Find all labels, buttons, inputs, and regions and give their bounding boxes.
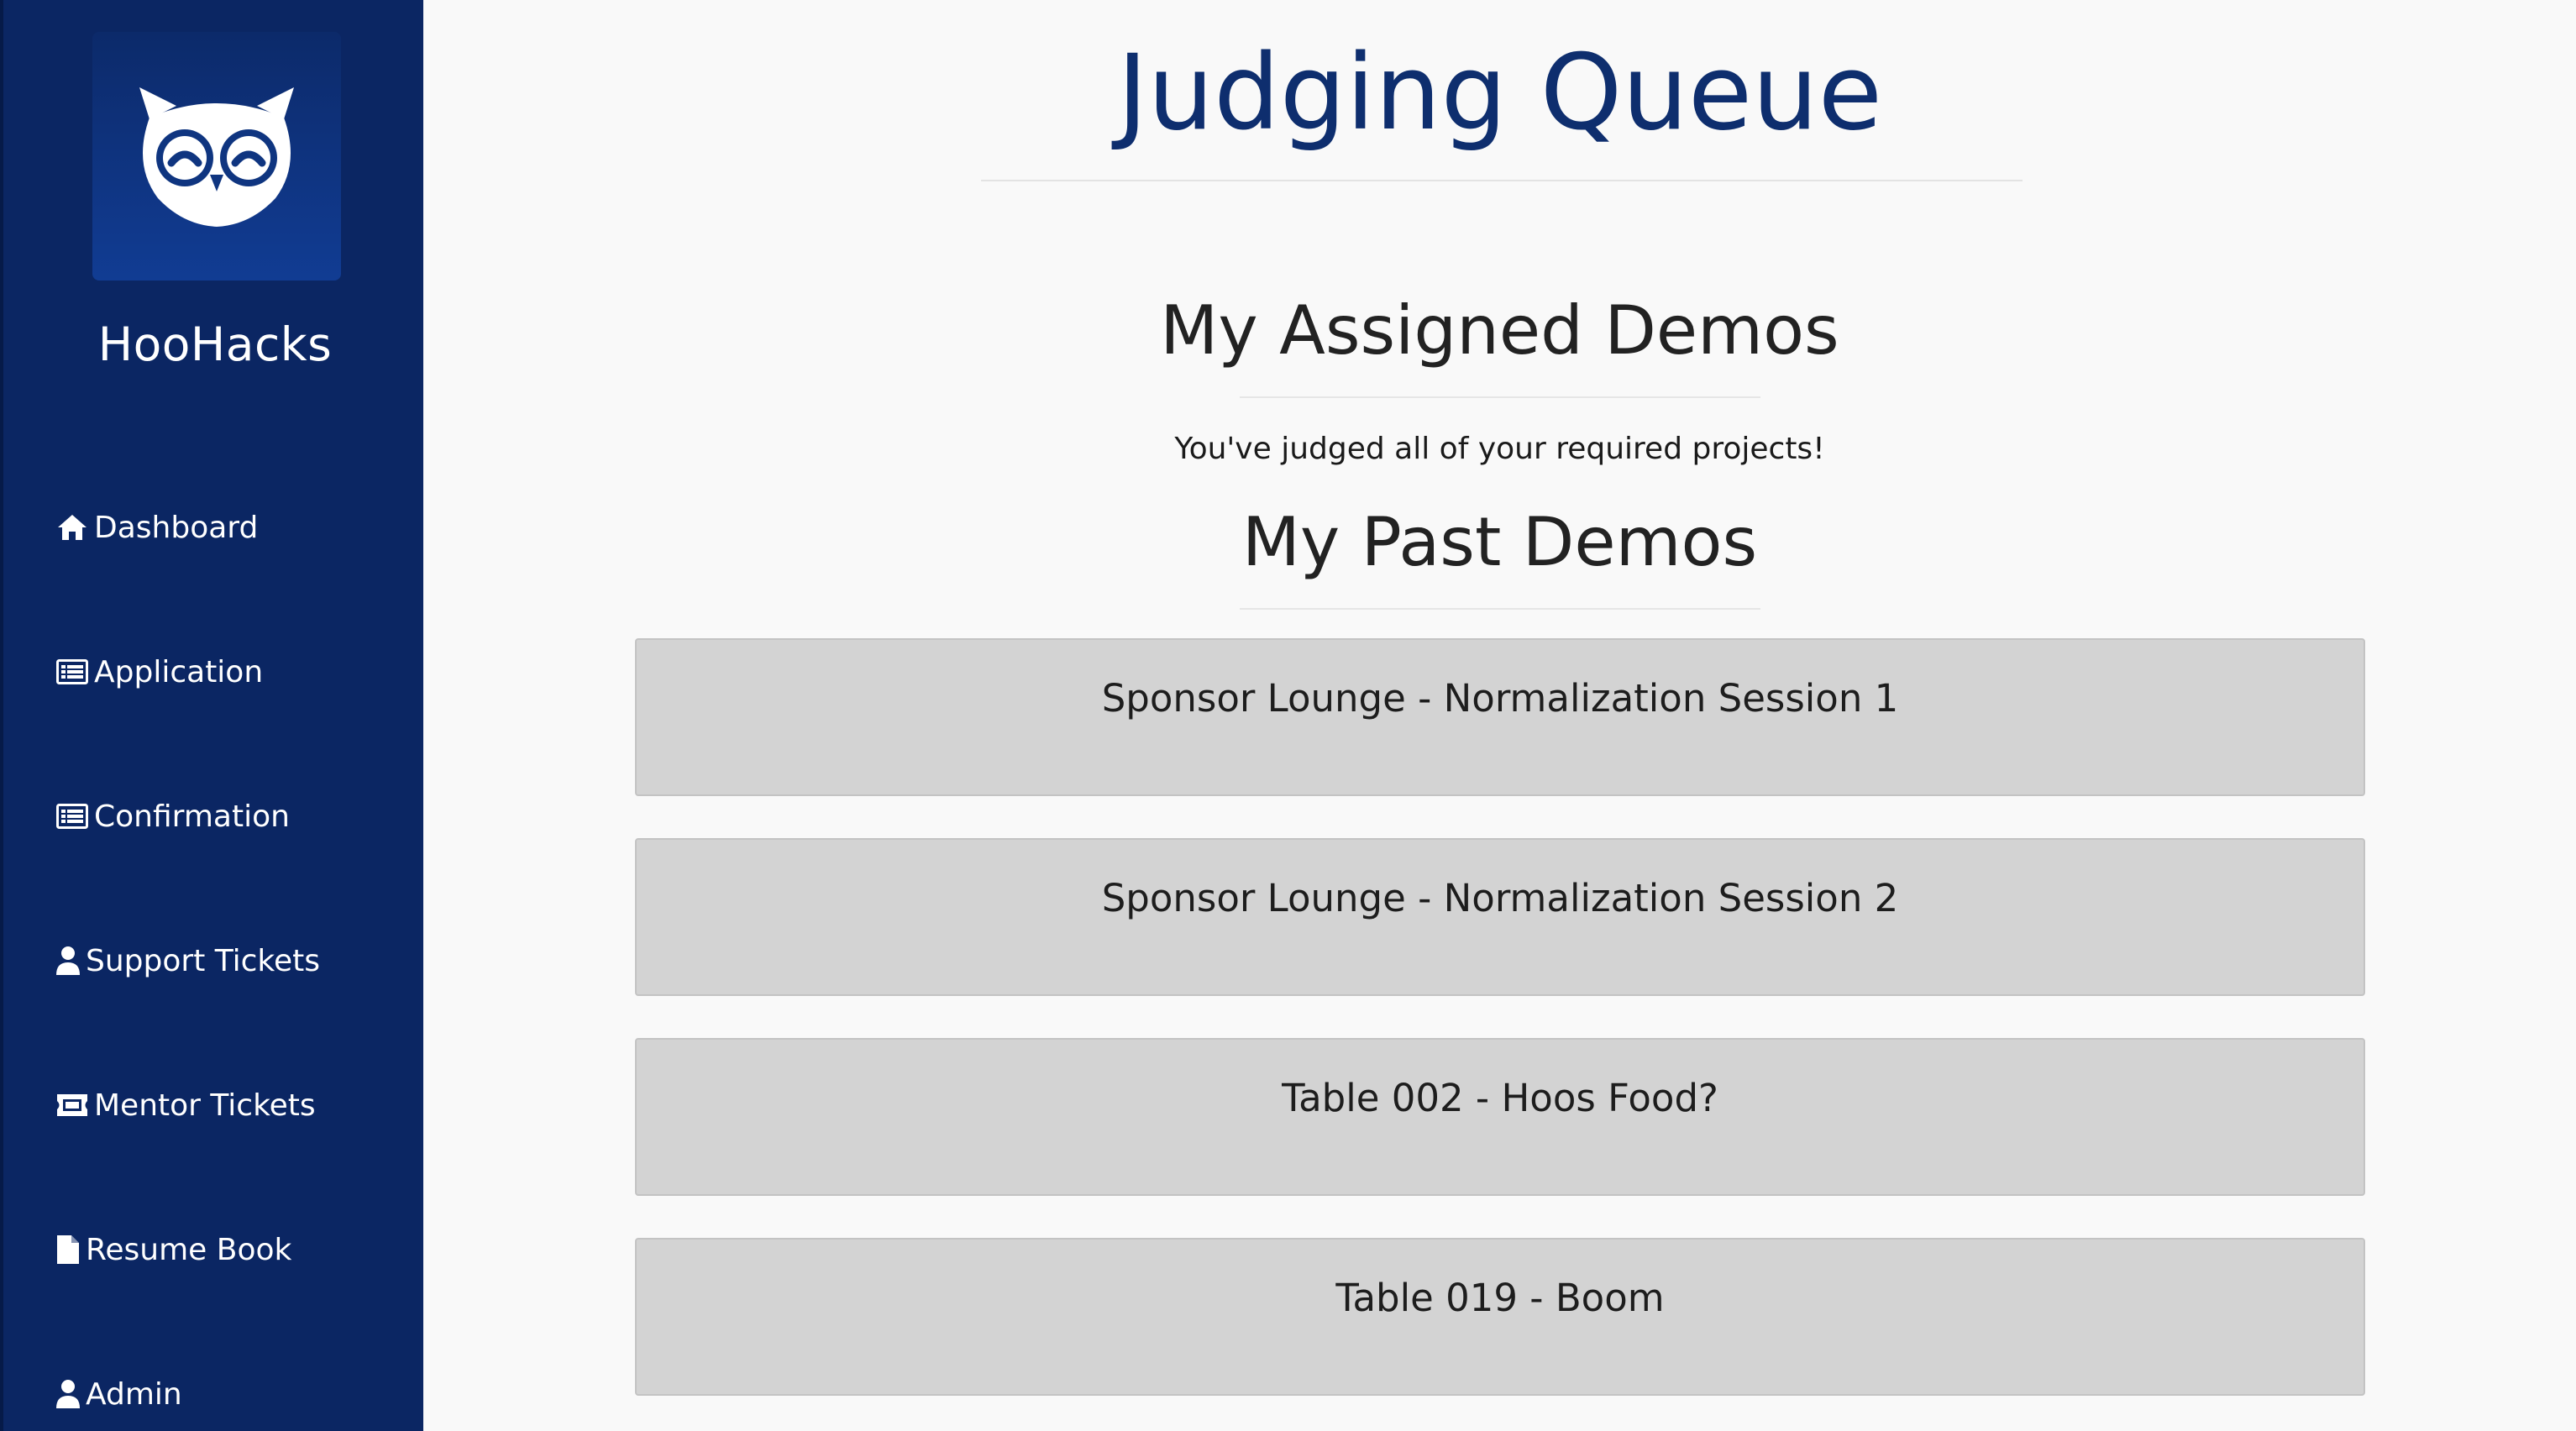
brand-name: HooHacks [97,317,333,371]
sidebar-item-label: Dashboard [94,510,259,545]
sidebar-item-application[interactable]: Application [55,647,263,697]
sidebar-item-admin[interactable]: Admin [55,1369,182,1419]
title-divider [981,180,2023,181]
file-icon [55,1233,81,1266]
sidebar-item-label: Support Tickets [86,943,321,978]
assigned-demos-note: You've judged all of your required proje… [1174,432,1825,466]
sidebar-item-label: Confirmation [94,799,290,834]
ticket-icon [55,1088,89,1122]
home-icon [55,511,89,544]
assigned-demos-heading: My Assigned Demos [1160,291,1839,370]
sidebar: HooHacks Dashboard Application Confirmat… [0,0,423,1431]
logo[interactable] [92,32,341,280]
sidebar-item-dashboard[interactable]: Dashboard [55,502,258,553]
past-demo-card[interactable]: Sponsor Lounge - Normalization Session 2 [635,838,2365,996]
demo-label: Table 002 - Hoos Food? [1282,1076,1718,1120]
past-demos-heading: My Past Demos [1241,503,1758,581]
past-demo-card[interactable]: Table 002 - Hoos Food? [635,1038,2365,1196]
sidebar-item-label: Mentor Tickets [94,1088,316,1123]
assigned-divider [1240,396,1760,398]
sidebar-item-label: Admin [86,1376,182,1412]
sidebar-item-confirmation[interactable]: Confirmation [55,791,290,841]
sidebar-item-label: Resume Book [86,1232,292,1267]
demo-label: Table 019 - Boom [1335,1276,1665,1320]
sidebar-item-resume-book[interactable]: Resume Book [55,1224,291,1275]
sidebar-item-label: Application [94,654,264,689]
past-demo-card[interactable]: Table 019 - Boom [635,1238,2365,1396]
past-demo-card[interactable]: Sponsor Lounge - Normalization Session 1 [635,638,2365,796]
past-divider [1240,608,1760,610]
sidebar-item-mentor-tickets[interactable]: Mentor Tickets [55,1080,316,1130]
sidebar-item-support-tickets[interactable]: Support Tickets [55,936,320,986]
demo-label: Sponsor Lounge - Normalization Session 2 [1101,876,1899,920]
user-icon [55,944,81,978]
user-icon [55,1377,81,1411]
list-icon [55,655,89,689]
demo-label: Sponsor Lounge - Normalization Session 1 [1101,676,1899,721]
main-content: Judging Queue My Assigned Demos You've j… [423,0,2576,1431]
page-title: Judging Queue [1116,33,1883,154]
list-icon [55,799,89,833]
owl-logo-icon [139,87,294,227]
